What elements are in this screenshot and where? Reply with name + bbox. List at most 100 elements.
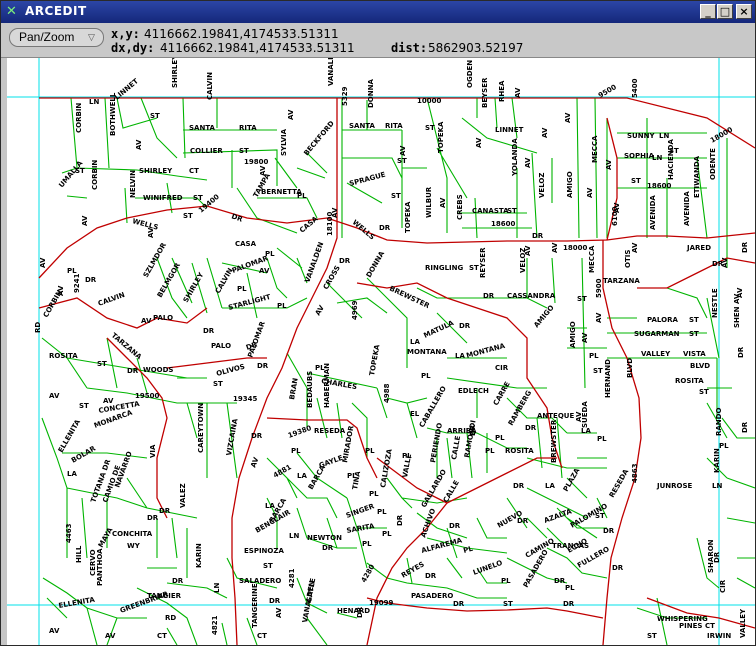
street-label: ROSITA	[49, 352, 78, 360]
street-label: AV	[259, 267, 270, 275]
street-label: AV	[541, 127, 549, 138]
road-east-loop	[637, 257, 755, 289]
street-label: AV	[57, 285, 65, 296]
street-label: AV	[721, 257, 729, 268]
street-label: ST	[647, 632, 657, 640]
street-label: 4988	[383, 383, 391, 403]
street-label: HENARD	[337, 607, 370, 615]
street-label: SHEN AV	[733, 293, 741, 328]
street-label: YOLANDA	[511, 138, 519, 177]
street-label: 19800	[244, 158, 268, 166]
street-label: DR	[517, 517, 529, 525]
map-canvas[interactable]: LN LINNET SHIRLEY CALVIN VANALDEN 5329 DONNA 10…	[7, 58, 755, 645]
street-label: 4463	[65, 523, 73, 543]
street-label: AV	[81, 215, 89, 226]
mode-selector[interactable]: Pan/Zoom ▽	[9, 28, 104, 47]
street-label: 19380	[287, 424, 313, 440]
street-label: AV	[551, 242, 559, 253]
street-label: DR	[513, 482, 525, 490]
street-label: PL	[495, 434, 505, 442]
street-label: LN	[652, 154, 662, 162]
street-label: VALLEY	[641, 350, 671, 358]
street-label: KARIN	[713, 448, 721, 473]
street-label: EL	[410, 410, 420, 418]
street-label: AVENIDA	[649, 195, 657, 230]
street-label: VANALDEN	[327, 58, 335, 86]
street-label: CASA	[235, 240, 257, 248]
street-label: SHIRLEY	[139, 167, 173, 175]
street-label: ST	[469, 264, 479, 272]
street-label: AV	[135, 139, 143, 150]
street-label: DR	[741, 421, 749, 433]
street-label: AV	[105, 632, 116, 640]
street-label: REYSER	[479, 247, 487, 278]
street-map[interactable]: LN LINNET SHIRLEY CALVIN VANALDEN 5329 DONNA 10…	[7, 58, 755, 645]
street-label: DR	[172, 577, 184, 585]
street-label: LA	[410, 338, 420, 346]
maximize-button[interactable]: □	[717, 4, 733, 19]
street-label: CASSANDRA	[507, 292, 556, 300]
street-label: PL	[369, 490, 379, 498]
street-label: AV	[39, 257, 47, 268]
street-label: RINGLING	[425, 264, 464, 272]
street-segment	[341, 97, 538, 238]
street-label: ST	[213, 380, 223, 388]
street-label: SANTA	[189, 124, 216, 132]
street-label: DR	[563, 600, 575, 608]
street-label: VIA	[149, 444, 157, 458]
street-label: ALFAREMA	[420, 536, 463, 555]
street-label: PL	[365, 447, 375, 455]
street-label: CERVO	[89, 549, 97, 576]
street-label: CT	[257, 632, 267, 640]
street-label: PL	[291, 447, 301, 455]
street-label: CABALLERO	[418, 385, 448, 429]
street-label: SZLMDOR	[142, 241, 169, 279]
street-label: RITA	[385, 122, 403, 130]
street-label: DR	[257, 362, 269, 370]
street-label: DR	[322, 544, 334, 552]
street-label: DR	[449, 522, 461, 530]
street-label: SPRAGUE	[348, 171, 386, 188]
street-label: DR	[379, 224, 391, 232]
street-label: 10000	[417, 97, 441, 105]
minimize-icon: _	[705, 5, 711, 18]
street-label: BEDAUBS	[306, 371, 314, 408]
street-label: AV	[613, 202, 621, 213]
street-label: SUEDA	[581, 401, 589, 428]
street-label: RESEDA	[608, 467, 631, 499]
street-label: 5900	[595, 278, 603, 298]
street-label: RD	[34, 322, 42, 333]
street-label: PINES	[679, 622, 702, 630]
street-label: LA	[67, 470, 77, 478]
dist-label: dist:	[391, 41, 428, 55]
close-button[interactable]: ×	[736, 4, 752, 19]
street-label: SANTA	[349, 122, 376, 130]
street-label: 4863	[631, 463, 639, 483]
street-label: ODENTE	[709, 148, 717, 180]
street-label: DR	[612, 564, 624, 572]
street-label: NEWTON	[307, 534, 342, 542]
minimize-button[interactable]: _	[700, 4, 716, 19]
street-label: LUNELO	[472, 559, 504, 577]
road-calvin-dr	[38, 297, 208, 329]
street-label: 18600	[647, 182, 671, 190]
road-rosita-st	[166, 357, 267, 369]
street-label: CORBIN	[75, 103, 83, 133]
street-label: ST	[595, 512, 605, 520]
street-label: WOODS	[143, 366, 173, 374]
title-bar[interactable]: ✕ ARCEDIT _ □ ×	[1, 1, 755, 23]
street-label: RANDO	[715, 408, 723, 436]
street-label: WINIFRED	[143, 194, 183, 202]
street-label: AV	[524, 157, 532, 168]
street-label: DONNA	[367, 79, 375, 108]
street-label: LN	[659, 132, 669, 140]
street-label: 5329	[341, 86, 349, 106]
street-label: ST	[593, 367, 603, 375]
street-label: PALORA	[647, 316, 678, 324]
street-label: PL	[377, 508, 387, 516]
street-label: CORBIN	[91, 160, 99, 190]
street-label: EDLECH	[458, 387, 489, 395]
street-label: HERNAND	[604, 359, 612, 398]
street-label: ELLENITA	[58, 596, 96, 610]
street-label: CALIZOZA	[379, 448, 394, 489]
